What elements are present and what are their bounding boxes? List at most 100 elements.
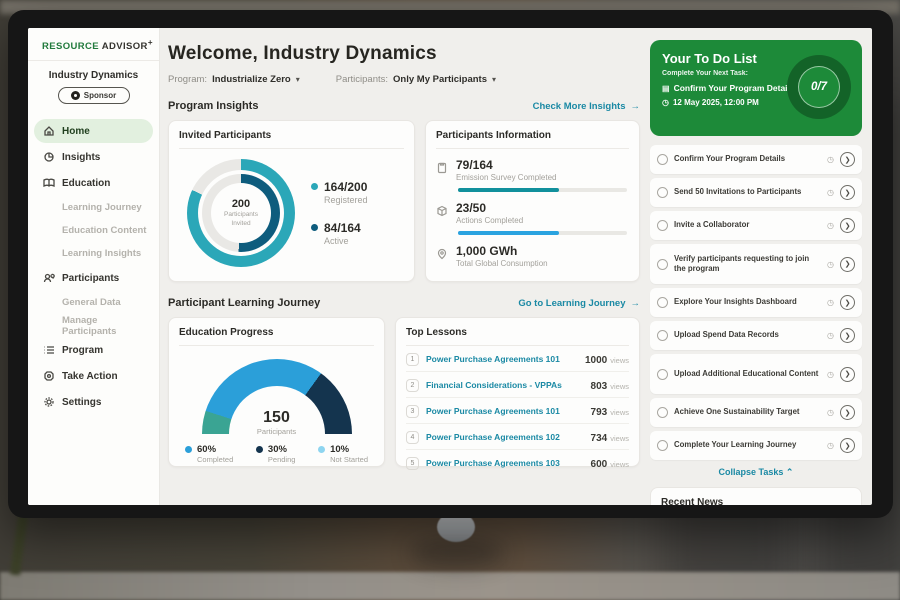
sidebar-item-education[interactable]: Education	[34, 171, 153, 195]
sidebar-nav: Home Insights Education Learning Journey…	[28, 118, 159, 415]
clock-icon: ◷	[827, 221, 834, 230]
program-filter[interactable]: Program: Industrialize Zero ▾	[168, 74, 300, 85]
sidebar-item-learning-insights[interactable]: Learning Insights	[34, 242, 153, 265]
lesson-link[interactable]: Financial Considerations - VPPAs	[426, 380, 584, 390]
lesson-link[interactable]: Power Purchase Agreements 102	[426, 432, 584, 442]
progress-track	[458, 188, 627, 192]
todo-column: Your To Do List Complete Your Next Task:…	[650, 40, 862, 505]
location-pin-icon	[436, 248, 448, 260]
page-title: Welcome, Industry Dynamics	[168, 43, 650, 65]
participants-filter[interactable]: Participants: Only My Participants ▾	[336, 74, 496, 85]
sidebar-item-program[interactable]: Program	[34, 338, 153, 362]
home-icon	[43, 125, 55, 137]
sidebar-item-education-content[interactable]: Education Content	[34, 219, 153, 242]
legend-dot	[185, 446, 192, 453]
main-content: Welcome, Industry Dynamics Program: Indu…	[168, 28, 650, 505]
chevron-right-button[interactable]: ❯	[840, 185, 855, 200]
sidebar-item-general-data[interactable]: General Data	[34, 291, 153, 314]
take-action-icon	[43, 370, 55, 382]
rank-badge: 3	[406, 405, 419, 418]
sidebar-item-home[interactable]: Home	[34, 119, 153, 143]
clock-icon: ◷	[827, 188, 834, 197]
checkbox[interactable]	[657, 187, 668, 198]
lesson-link[interactable]: Power Purchase Agreements 101	[426, 354, 578, 364]
todo-item[interactable]: Upload Additional Educational Content ◷ …	[650, 354, 862, 394]
sidebar-item-participants[interactable]: Participants	[34, 266, 153, 290]
arrow-right-icon: →	[631, 298, 641, 309]
rank-badge: 4	[406, 431, 419, 444]
go-to-learning-journey-link[interactable]: Go to Learning Journey →	[518, 298, 640, 309]
todo-item[interactable]: Confirm Your Program Details ◷ ❯	[650, 145, 862, 174]
chevron-right-button[interactable]: ❯	[840, 367, 855, 382]
chevron-right-button[interactable]: ❯	[840, 295, 855, 310]
survey-icon	[436, 162, 448, 174]
lesson-link[interactable]: Power Purchase Agreements 101	[426, 406, 584, 416]
chevron-right-button[interactable]: ❯	[840, 328, 855, 343]
program-icon	[43, 344, 55, 356]
task-icon: ▤	[662, 84, 670, 93]
sidebar-item-settings[interactable]: Settings	[34, 390, 153, 414]
todo-item[interactable]: Send 50 Invitations to Participants ◷ ❯	[650, 178, 862, 207]
collapse-tasks-link[interactable]: Collapse Tasks ⌃	[650, 467, 862, 478]
chevron-down-icon[interactable]: ▾	[492, 75, 496, 84]
donut-ring-active: 200 Participants Invited	[202, 174, 280, 252]
chevron-right-button[interactable]: ❯	[840, 438, 855, 453]
todo-summary-card: Your To Do List Complete Your Next Task:…	[650, 40, 862, 136]
legend-dot	[311, 183, 318, 190]
sidebar-item-take-action[interactable]: Take Action	[34, 364, 153, 388]
checkbox[interactable]	[657, 407, 668, 418]
lesson-row: 4 Power Purchase Agreements 102 734views	[406, 424, 629, 450]
chevron-right-button[interactable]: ❯	[840, 152, 855, 167]
legend-not-started: 10% Not Started	[318, 444, 368, 464]
checkbox[interactable]	[657, 154, 668, 165]
checkbox[interactable]	[657, 440, 668, 451]
check-more-insights-link[interactable]: Check More Insights →	[533, 101, 640, 112]
todo-item[interactable]: Explore Your Insights Dashboard ◷ ❯	[650, 288, 862, 317]
checkbox[interactable]	[657, 220, 668, 231]
legend-dot	[256, 446, 263, 453]
actions-icon	[436, 205, 448, 217]
donut-legend: 164/200 Registered 84/164 Active	[311, 180, 368, 246]
sidebar-item-insights[interactable]: Insights	[34, 145, 153, 169]
progress-track	[458, 231, 627, 235]
sidebar-item-manage-participants[interactable]: Manage Participants	[34, 314, 153, 337]
todo-item[interactable]: Upload Spend Data Records ◷ ❯	[650, 321, 862, 350]
monitor-stand-shadow	[410, 538, 505, 568]
clock-icon: ◷	[827, 441, 834, 450]
donut-ring-registered: 200 Participants Invited	[187, 159, 295, 267]
lesson-row: 2 Financial Considerations - VPPAs 803vi…	[406, 372, 629, 398]
lesson-row: 3 Power Purchase Agreements 101 793views	[406, 398, 629, 424]
card-title: Invited Participants	[179, 130, 404, 149]
todo-item[interactable]: Achieve One Sustainability Target ◷ ❯	[650, 398, 862, 427]
invited-participants-card: Invited Participants 200 Participants In…	[168, 120, 415, 282]
gauge-center: 150 Participants	[202, 409, 352, 436]
checkbox[interactable]	[657, 259, 668, 270]
checkbox[interactable]	[657, 330, 668, 341]
chevron-right-button[interactable]: ❯	[840, 405, 855, 420]
chevron-down-icon[interactable]: ▾	[296, 75, 300, 84]
card-title: Participants Information	[436, 130, 629, 149]
checkbox[interactable]	[657, 297, 668, 308]
todo-list: Confirm Your Program Details ◷ ❯ Send 50…	[650, 145, 862, 460]
learning-journey-heading: Participant Learning Journey	[168, 297, 320, 309]
settings-icon	[43, 396, 55, 408]
rank-badge: 1	[406, 353, 419, 366]
card-title: Education Progress	[179, 327, 374, 346]
card-title: Top Lessons	[406, 327, 629, 346]
todo-item[interactable]: Complete Your Learning Journey ◷ ❯	[650, 431, 862, 460]
sidebar-item-learning-journey[interactable]: Learning Journey	[34, 196, 153, 219]
clock-icon: ◷	[662, 98, 669, 107]
program-insights-heading: Program Insights	[168, 100, 258, 112]
insights-icon	[43, 151, 55, 163]
checkbox[interactable]	[657, 369, 668, 380]
lesson-link[interactable]: Power Purchase Agreements 103	[426, 458, 584, 468]
todo-item[interactable]: Invite a Collaborator ◷ ❯	[650, 211, 862, 240]
participants-icon	[43, 272, 55, 284]
chevron-right-button[interactable]: ❯	[840, 257, 855, 272]
sponsor-badge: Sponsor	[58, 87, 130, 104]
todo-item[interactable]: Verify participants requesting to join t…	[650, 244, 862, 284]
lesson-row: 1 Power Purchase Agreements 101 1000view…	[406, 346, 629, 372]
chevron-right-button[interactable]: ❯	[840, 218, 855, 233]
progress-fill	[458, 188, 559, 192]
donut-center: 200 Participants Invited	[211, 183, 271, 243]
